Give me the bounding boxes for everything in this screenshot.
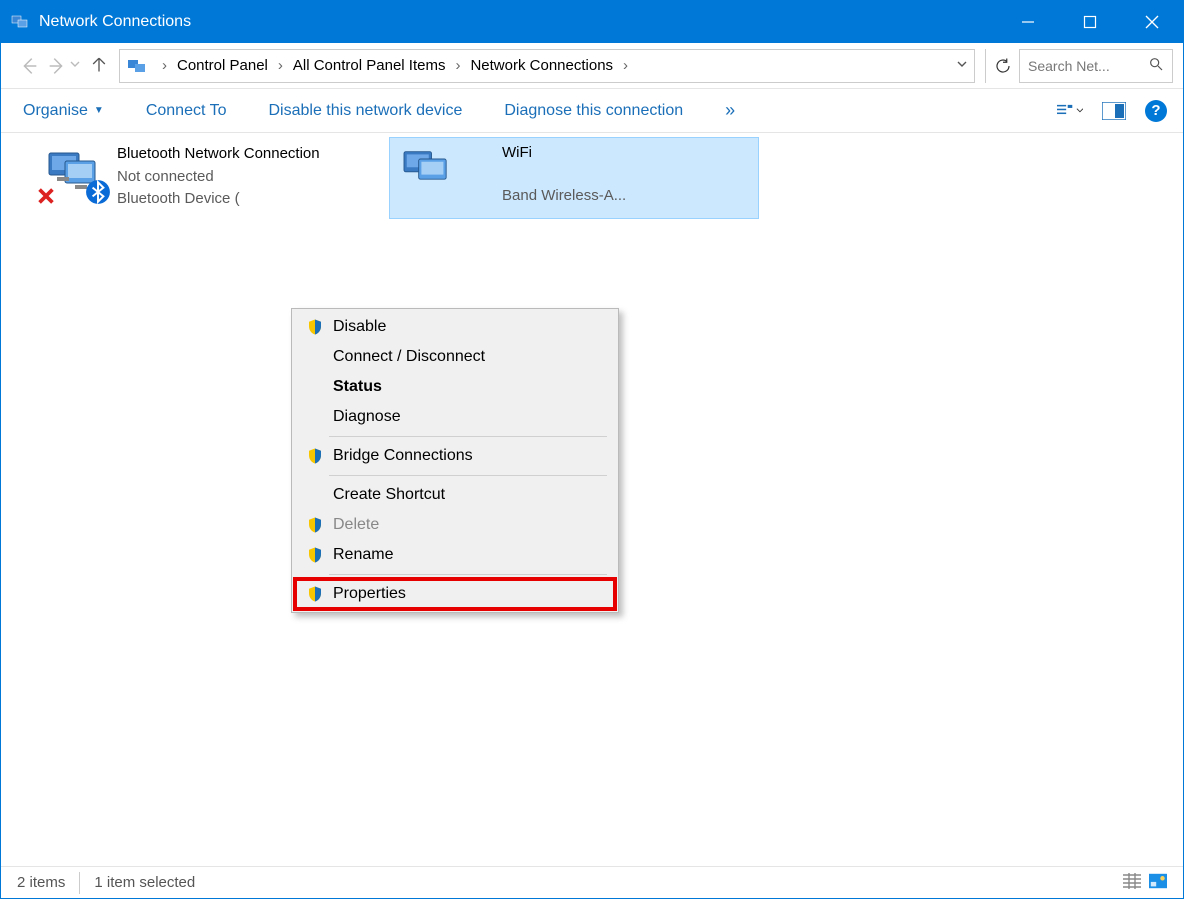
- status-bar: 2 items 1 item selected: [1, 866, 1183, 898]
- back-button[interactable]: [15, 52, 43, 80]
- network-adapter-icon: [39, 143, 107, 207]
- menu-item-disable[interactable]: Disable: [295, 312, 615, 342]
- navigation-bar: › Control Panel › All Control Panel Item…: [1, 43, 1183, 89]
- content-area: Bluetooth Network Connection Not connect…: [1, 133, 1183, 866]
- search-box[interactable]: [1019, 49, 1173, 83]
- close-button[interactable]: [1121, 1, 1183, 43]
- menu-item-properties[interactable]: Properties: [295, 579, 615, 609]
- app-icon: [11, 12, 31, 32]
- title-bar: Network Connections: [1, 1, 1183, 43]
- connection-name: WiFi: [502, 142, 626, 165]
- command-bar: Organise▼ Connect To Disable this networ…: [1, 89, 1183, 133]
- menu-item-rename[interactable]: Rename: [295, 540, 615, 570]
- selection-count: 1 item selected: [94, 874, 195, 891]
- item-count: 2 items: [17, 874, 65, 891]
- connection-device: Bluetooth Device (: [117, 188, 320, 211]
- preview-pane-button[interactable]: [1101, 99, 1127, 123]
- menu-separator: [329, 475, 607, 476]
- breadcrumb-item[interactable]: Network Connections: [466, 57, 617, 74]
- chevron-right-icon[interactable]: ›: [278, 57, 283, 74]
- shield-icon: [303, 318, 327, 336]
- menu-item-delete: Delete: [295, 510, 615, 540]
- menu-item-diagnose[interactable]: Diagnose: [295, 402, 615, 432]
- disable-device-button[interactable]: Disable this network device: [262, 98, 468, 124]
- maximize-button[interactable]: [1059, 1, 1121, 43]
- menu-separator: [329, 436, 607, 437]
- breadcrumb-item[interactable]: Control Panel: [173, 57, 272, 74]
- search-input[interactable]: [1028, 58, 1144, 74]
- connect-to-button[interactable]: Connect To: [140, 98, 233, 124]
- breadcrumb: › Control Panel › All Control Panel Item…: [156, 57, 634, 74]
- connection-name: Bluetooth Network Connection: [117, 143, 320, 166]
- context-menu: Disable Connect / Disconnect Status Diag…: [291, 308, 619, 613]
- shield-icon: [303, 585, 327, 603]
- up-button[interactable]: [89, 54, 109, 78]
- shield-icon: [303, 546, 327, 564]
- location-icon: [126, 54, 150, 78]
- window-title: Network Connections: [39, 13, 191, 31]
- address-dropdown[interactable]: [956, 57, 968, 74]
- refresh-button[interactable]: [985, 49, 1019, 83]
- recent-locations-dropdown[interactable]: [69, 57, 81, 74]
- diagnose-connection-button[interactable]: Diagnose this connection: [498, 98, 689, 124]
- chevron-right-icon[interactable]: ›: [623, 57, 628, 74]
- menu-item-status[interactable]: Status: [295, 372, 615, 402]
- chevron-right-icon[interactable]: ›: [455, 57, 460, 74]
- minimize-button[interactable]: [997, 1, 1059, 43]
- menu-item-create-shortcut[interactable]: Create Shortcut: [295, 480, 615, 510]
- menu-item-bridge[interactable]: Bridge Connections: [295, 441, 615, 471]
- shield-icon: [303, 516, 327, 534]
- connection-device: Band Wireless-A...: [502, 185, 626, 208]
- connection-item-bluetooth[interactable]: Bluetooth Network Connection Not connect…: [35, 139, 395, 215]
- details-view-button[interactable]: [1123, 873, 1141, 893]
- overflow-button[interactable]: »: [725, 100, 735, 121]
- connection-status: Not connected: [117, 166, 320, 189]
- forward-button[interactable]: [43, 52, 71, 80]
- breadcrumb-item[interactable]: All Control Panel Items: [289, 57, 450, 74]
- chevron-right-icon[interactable]: ›: [162, 57, 167, 74]
- menu-item-connect-disconnect[interactable]: Connect / Disconnect: [295, 342, 615, 372]
- help-button[interactable]: ?: [1145, 100, 1167, 122]
- shield-icon: [303, 447, 327, 465]
- connection-item-wifi[interactable]: WiFi Band Wireless-A...: [389, 137, 759, 219]
- address-bar[interactable]: › Control Panel › All Control Panel Item…: [119, 49, 975, 83]
- menu-separator: [329, 574, 607, 575]
- network-adapter-icon: [394, 142, 462, 206]
- large-icons-view-button[interactable]: [1149, 873, 1167, 893]
- organise-menu[interactable]: Organise▼: [17, 98, 110, 124]
- change-view-button[interactable]: [1057, 99, 1083, 123]
- search-icon: [1148, 56, 1164, 76]
